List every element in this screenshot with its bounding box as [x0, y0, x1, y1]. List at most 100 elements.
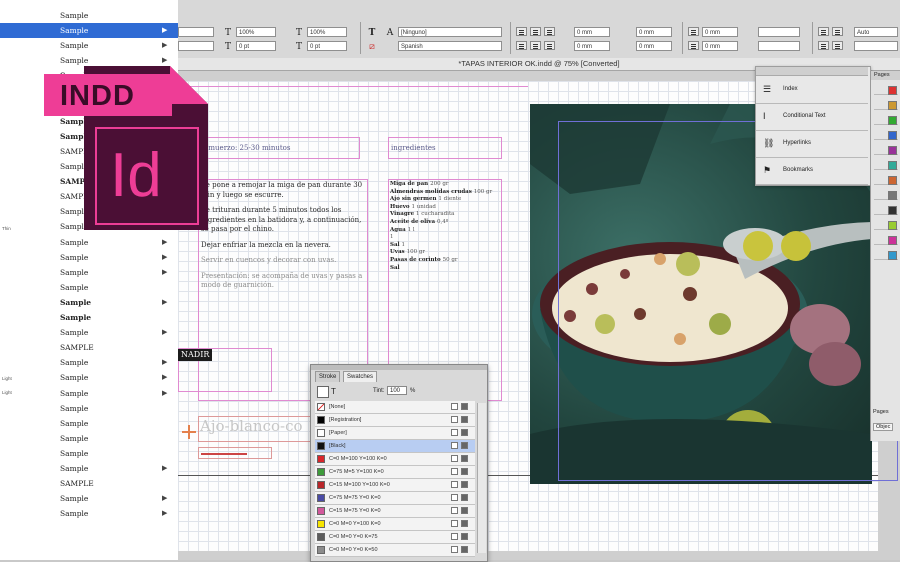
dropcap-lines-field[interactable] [758, 41, 800, 51]
panel-dock-header[interactable] [756, 67, 868, 76]
last-line-indent-field[interactable]: 0 mm [636, 41, 672, 51]
numbering-icon[interactable] [832, 27, 843, 36]
justify-center-icon[interactable] [530, 41, 541, 50]
grid-align-icon[interactable] [818, 41, 829, 50]
tab-stroke[interactable]: Stroke [315, 371, 341, 382]
apply-field[interactable] [854, 41, 898, 51]
font-menu-item[interactable]: SAMPLE [0, 340, 178, 355]
page-thumbnail-row[interactable] [874, 130, 898, 140]
object-panel-tab[interactable]: Objec [873, 423, 894, 431]
swatch-row[interactable]: C=0 M=0 Y=0 K=50 [315, 544, 475, 557]
tint-input[interactable]: 100 [387, 386, 407, 395]
tab-swatches[interactable]: Swatches [343, 371, 378, 382]
page-thumbnail-row[interactable] [874, 250, 898, 260]
font-menu-item[interactable]: Sample ▶ [0, 23, 178, 39]
left-indent-field[interactable]: 0 mm [574, 27, 610, 37]
space-before-field[interactable]: 0 mm [702, 27, 738, 37]
swatch-row[interactable]: [None] [315, 401, 475, 414]
font-menu-item[interactable]: Sample ▶ [0, 370, 178, 385]
font-menu-item[interactable]: Sample [0, 280, 178, 295]
ingredient-name: Miga de pan [390, 181, 431, 187]
language-select[interactable]: [Ninguno] [398, 27, 502, 37]
font-style-field[interactable] [178, 41, 214, 51]
font-menu-item[interactable]: Sample [0, 416, 178, 431]
font-menu-item[interactable]: Sample ▶ [0, 491, 178, 506]
page-thumbnail-row[interactable] [874, 145, 898, 155]
ingredient-row: Huevo 1 unidad [390, 204, 500, 212]
swatches-panel-header[interactable] [311, 365, 487, 370]
font-menu-item[interactable]: Sample ▶ [0, 386, 178, 401]
swatch-row[interactable]: [Registration] [315, 414, 475, 427]
swatch-row[interactable]: C=15 M=75 Y=0 K=0 [315, 505, 475, 518]
first-line-indent-field[interactable]: 0 mm [574, 41, 610, 51]
swatch-row[interactable]: [Black] [315, 440, 475, 453]
page-thumbnail-row[interactable] [874, 160, 898, 170]
grid-snap-icon[interactable] [832, 41, 843, 50]
page-thumbnail-row[interactable] [874, 190, 898, 200]
style-select[interactable]: Spanish [398, 41, 502, 51]
swatch-color-chip [317, 468, 325, 476]
font-menu-item[interactable]: Sample [0, 431, 178, 446]
font-menu-item[interactable]: Sample [0, 446, 178, 461]
right-indent-field[interactable]: 0 mm [636, 27, 672, 37]
color-mode-icon [461, 455, 468, 462]
ingredient-row: Sal 1 [390, 242, 500, 250]
font-menu-item[interactable]: SAMPLE [0, 476, 178, 491]
swatch-row[interactable]: C=75 M=5 Y=100 K=0 [315, 466, 475, 479]
swatches-scrollbar[interactable] [477, 403, 486, 553]
panel-menu-item[interactable]: ☰ Index [756, 76, 868, 104]
align-center-icon[interactable] [530, 27, 541, 36]
space-after-field[interactable]: 0 mm [702, 41, 738, 51]
page-thumbnail-row[interactable] [874, 85, 898, 95]
text-formatting-icon[interactable]: T [331, 387, 336, 396]
pages-panel-title[interactable]: Pages [871, 71, 900, 80]
page-thumbnail-row[interactable] [874, 205, 898, 215]
font-size-field[interactable]: 100% [236, 27, 276, 37]
swatch-row[interactable]: C=0 M=100 Y=100 K=0 [315, 453, 475, 466]
bullets-icon[interactable] [818, 27, 829, 36]
font-menu-item[interactable]: Sample ▶ [0, 265, 178, 280]
fill-text-icon[interactable]: T [366, 28, 378, 38]
font-menu-item[interactable]: Sample ▶ [0, 355, 178, 370]
swatch-row[interactable]: [Paper] [315, 427, 475, 440]
swatch-row[interactable]: C=0 M=0 Y=100 K=0 [315, 518, 475, 531]
panel-dock-menu: ☰ Index I Conditional Text ⛓ Hyperlinks ⚑ Bookm… [755, 66, 871, 186]
submenu-arrow-icon: ▶ [162, 358, 168, 367]
baseline-shift-field[interactable]: 0 pt [307, 41, 347, 51]
swatch-row[interactable]: C=0 M=0 Y=0 K=75 [315, 531, 475, 544]
page-thumbnail-row[interactable] [874, 115, 898, 125]
justify-left-icon[interactable] [516, 41, 527, 50]
font-menu-item[interactable]: Sample ▶ [0, 250, 178, 265]
font-menu-item[interactable]: Sample ▶ [0, 325, 178, 340]
align-right-icon[interactable] [544, 27, 555, 36]
panel-menu-item[interactable]: I Conditional Text [756, 103, 868, 131]
panel-menu-item[interactable]: ⛓ Hyperlinks [756, 130, 868, 158]
fill-stroke-icon[interactable] [317, 386, 329, 398]
dropcap-field[interactable] [758, 27, 800, 37]
color-mode-icon [461, 520, 468, 527]
page-thumbnail-row[interactable] [874, 220, 898, 230]
font-menu-item[interactable]: Sample [0, 310, 178, 325]
page-thumbnail-row[interactable] [874, 175, 898, 185]
font-menu-item[interactable]: Sample [0, 8, 178, 23]
stroke-none-icon[interactable]: ⧄ [366, 42, 378, 52]
align-left-icon[interactable] [516, 27, 527, 36]
page-thumbnail-row[interactable] [874, 100, 898, 110]
font-menu-item[interactable]: Sample ▶ [0, 506, 178, 521]
font-menu-item[interactable]: Sample ▶ [0, 295, 178, 310]
swatch-color-chip [317, 416, 325, 424]
font-menu-item[interactable]: Sample ▶ [0, 235, 178, 250]
hyphenation-field[interactable]: Auto [854, 27, 898, 37]
pages-footer-label: Pages [873, 409, 889, 415]
vertical-scale-field[interactable]: 100% [307, 27, 347, 37]
swatch-row[interactable]: C=15 M=100 Y=100 K=0 [315, 479, 475, 492]
justify-all-icon[interactable] [544, 41, 555, 50]
page-thumbnail-row[interactable] [874, 235, 898, 245]
swatch-row[interactable]: C=75 M=75 Y=0 K=0 [315, 492, 475, 505]
panel-menu-item[interactable]: ⚑ Bookmarks [756, 157, 868, 185]
leading-field[interactable]: 0 pt [236, 41, 276, 51]
font-menu-item[interactable]: Sample ▶ [0, 38, 178, 53]
font-menu-item[interactable]: Sample ▶ [0, 461, 178, 476]
font-menu-item[interactable]: Sample [0, 401, 178, 416]
font-family-field[interactable] [178, 27, 214, 37]
